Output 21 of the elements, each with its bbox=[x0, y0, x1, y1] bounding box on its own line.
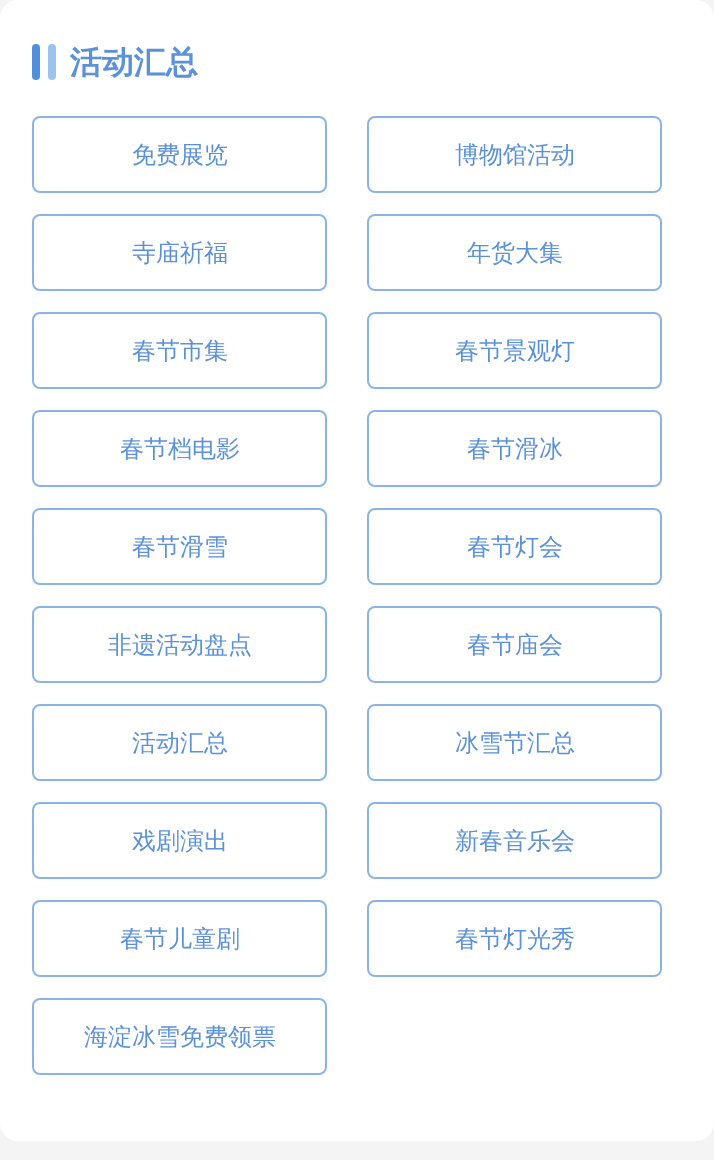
activity-button[interactable]: 年货大集 bbox=[367, 214, 662, 291]
activity-button[interactable]: 春节儿童剧 bbox=[32, 900, 327, 977]
activity-button[interactable]: 免费展览 bbox=[32, 116, 327, 193]
activity-button[interactable]: 海淀冰雪免费领票 bbox=[32, 998, 327, 1075]
activity-button[interactable]: 非遗活动盘点 bbox=[32, 606, 327, 683]
section-title: 活动汇总 bbox=[70, 46, 198, 78]
activity-button[interactable]: 春节档电影 bbox=[32, 410, 327, 487]
activity-button[interactable]: 春节滑雪 bbox=[32, 508, 327, 585]
activity-button[interactable]: 春节灯光秀 bbox=[367, 900, 662, 977]
activity-button[interactable]: 戏剧演出 bbox=[32, 802, 327, 879]
activity-button[interactable]: 春节市集 bbox=[32, 312, 327, 389]
activity-button[interactable]: 冰雪节汇总 bbox=[367, 704, 662, 781]
activity-button[interactable]: 春节景观灯 bbox=[367, 312, 662, 389]
activity-button[interactable]: 新春音乐会 bbox=[367, 802, 662, 879]
activity-button[interactable]: 寺庙祈福 bbox=[32, 214, 327, 291]
activity-button[interactable]: 春节滑冰 bbox=[367, 410, 662, 487]
activity-button[interactable]: 春节灯会 bbox=[367, 508, 662, 585]
activity-button[interactable]: 春节庙会 bbox=[367, 606, 662, 683]
activity-button[interactable]: 活动汇总 bbox=[32, 704, 327, 781]
double-bar-icon bbox=[32, 44, 56, 80]
activity-button[interactable]: 博物馆活动 bbox=[367, 116, 662, 193]
